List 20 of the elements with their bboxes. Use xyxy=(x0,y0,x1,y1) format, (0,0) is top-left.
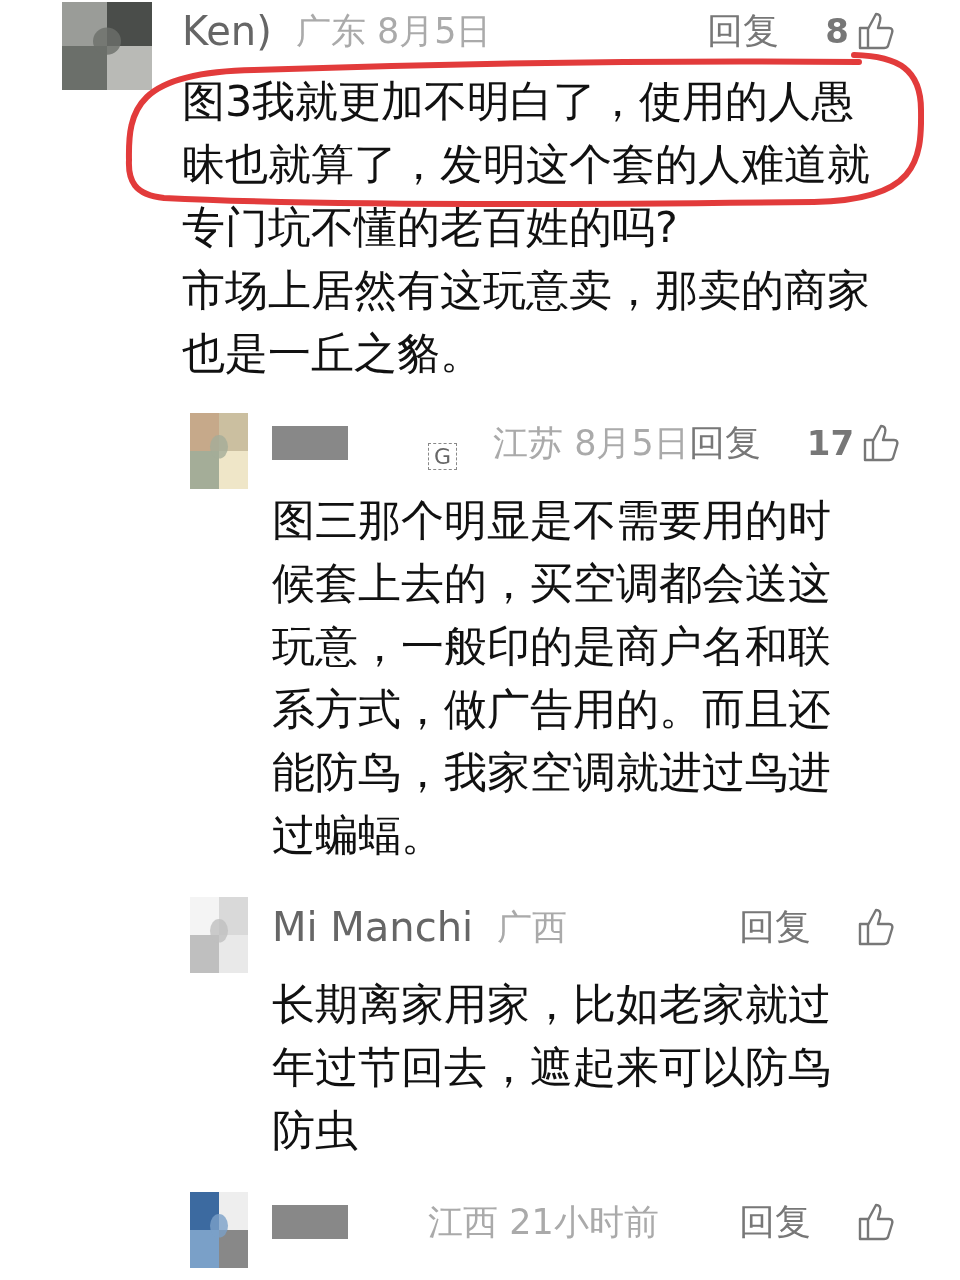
badge: G xyxy=(428,442,458,470)
thumbs-up-icon[interactable] xyxy=(857,907,895,947)
thumbs-up-icon[interactable] xyxy=(862,423,901,463)
reply-link[interactable]: 回复 xyxy=(688,418,761,468)
thumbs-up-icon[interactable] xyxy=(857,1202,895,1242)
reply-link[interactable]: 回复 xyxy=(707,6,780,56)
location-date: 江西 21小时前 xyxy=(428,1200,659,1244)
comment-text: 图三那个明显是不需要用的时候套上去的，买空调都会送这玩意，一般印的是商户名和联系方式，做广告用的。而且还能防鸟，我家空调就进过鸟进过蝙蝠。 xyxy=(272,494,832,862)
reply-link[interactable]: 回复 xyxy=(739,902,811,952)
location-date: 广东 8月5日 xyxy=(295,9,492,53)
reply-link[interactable]: 回复 xyxy=(739,1197,811,1247)
like-count: 8 xyxy=(825,11,849,51)
location-date: 广西 xyxy=(497,905,568,949)
user-name[interactable]: Mi Manchi xyxy=(272,904,474,950)
user-name[interactable]: Ken) xyxy=(182,8,272,54)
comment-text: 图3我就更加不明白了，使用的人愚昧也就算了，发明这个套的人难道就专门坑不懂的老百姓的吗? 市场上居然有这玩意卖，那卖的商家也是一丘之貉。 xyxy=(182,75,871,380)
location-date: 江苏 8月5日 xyxy=(493,421,689,465)
thumbs-up-icon[interactable] xyxy=(857,11,895,51)
comment-text: 长期离家用家，比如老家就过年过节回去，遮起来可以防鸟防虫 xyxy=(272,978,832,1157)
like-count: 17 xyxy=(806,423,855,463)
